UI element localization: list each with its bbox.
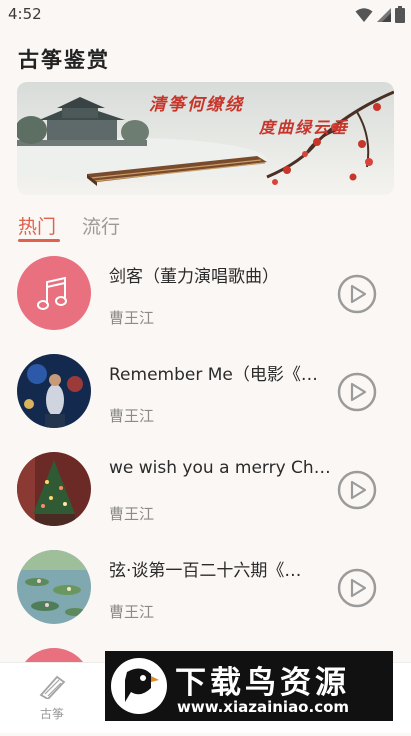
banner[interactable]: 清筝何缭绕 度曲绿云垂	[17, 82, 394, 195]
music-note-icon	[37, 276, 67, 310]
list-item[interactable]: 剑客（董力演唱歌曲） 曹王江	[0, 254, 411, 344]
song-cover	[17, 354, 91, 428]
song-artist: 曹王江	[109, 505, 155, 523]
watermark-url: www.xiazainiao.com	[177, 698, 350, 716]
page-title: 古筝鉴赏	[18, 47, 110, 72]
play-icon[interactable]	[336, 371, 378, 413]
nav-item-guzheng[interactable]: 古筝	[30, 673, 74, 722]
song-artist: 曹王江	[109, 309, 155, 327]
status-bar: 4:52	[0, 0, 411, 30]
bird-logo-icon	[125, 668, 159, 702]
list-item[interactable]: Remember Me（电影《寻梦环游记》主题曲） 曹王江	[0, 352, 411, 442]
play-icon[interactable]	[336, 273, 378, 315]
watermark-title: 下载鸟资源	[175, 665, 350, 701]
song-title: 剑客（董力演唱歌曲）	[109, 267, 279, 287]
wifi-icon	[355, 7, 373, 22]
nav-label: 古筝	[39, 707, 64, 721]
play-icon[interactable]	[336, 469, 378, 511]
watermark-logo	[111, 658, 167, 714]
list-item[interactable]: 弦·谈第一百二十六期《… 曹王江	[0, 548, 411, 638]
christmas-tree-photo	[17, 452, 91, 526]
status-time: 4:52	[8, 5, 42, 23]
water-lilies-painting	[17, 550, 91, 624]
status-icons	[355, 6, 405, 23]
song-artist: 曹王江	[109, 603, 155, 621]
signal-icon	[377, 7, 391, 22]
list-item[interactable]: we wish you a merry Christmas 曹王江	[0, 450, 411, 540]
song-cover	[17, 256, 91, 330]
song-artist: 曹王江	[109, 407, 155, 425]
play-icon[interactable]	[336, 567, 378, 609]
performer-photo	[17, 354, 91, 428]
battery-icon	[395, 6, 405, 23]
tab-hot[interactable]: 热门	[18, 212, 56, 239]
watermark: 下载鸟资源 www.xiazainiao.com	[105, 651, 393, 721]
guzheng-icon	[39, 675, 66, 701]
song-title: Remember Me（电影《寻梦环游记》主题曲）	[109, 365, 331, 385]
song-title: 弦·谈第一百二十六期《…	[109, 561, 302, 581]
song-cover	[17, 452, 91, 526]
active-tab-indicator	[18, 239, 60, 242]
tab-popular[interactable]: 流行	[82, 212, 120, 239]
banner-text-line1: 清筝何缭绕	[149, 95, 244, 115]
song-title: we wish you a merry Christmas	[109, 458, 331, 478]
song-cover	[17, 550, 91, 624]
banner-text-line2: 度曲绿云垂	[259, 118, 350, 137]
